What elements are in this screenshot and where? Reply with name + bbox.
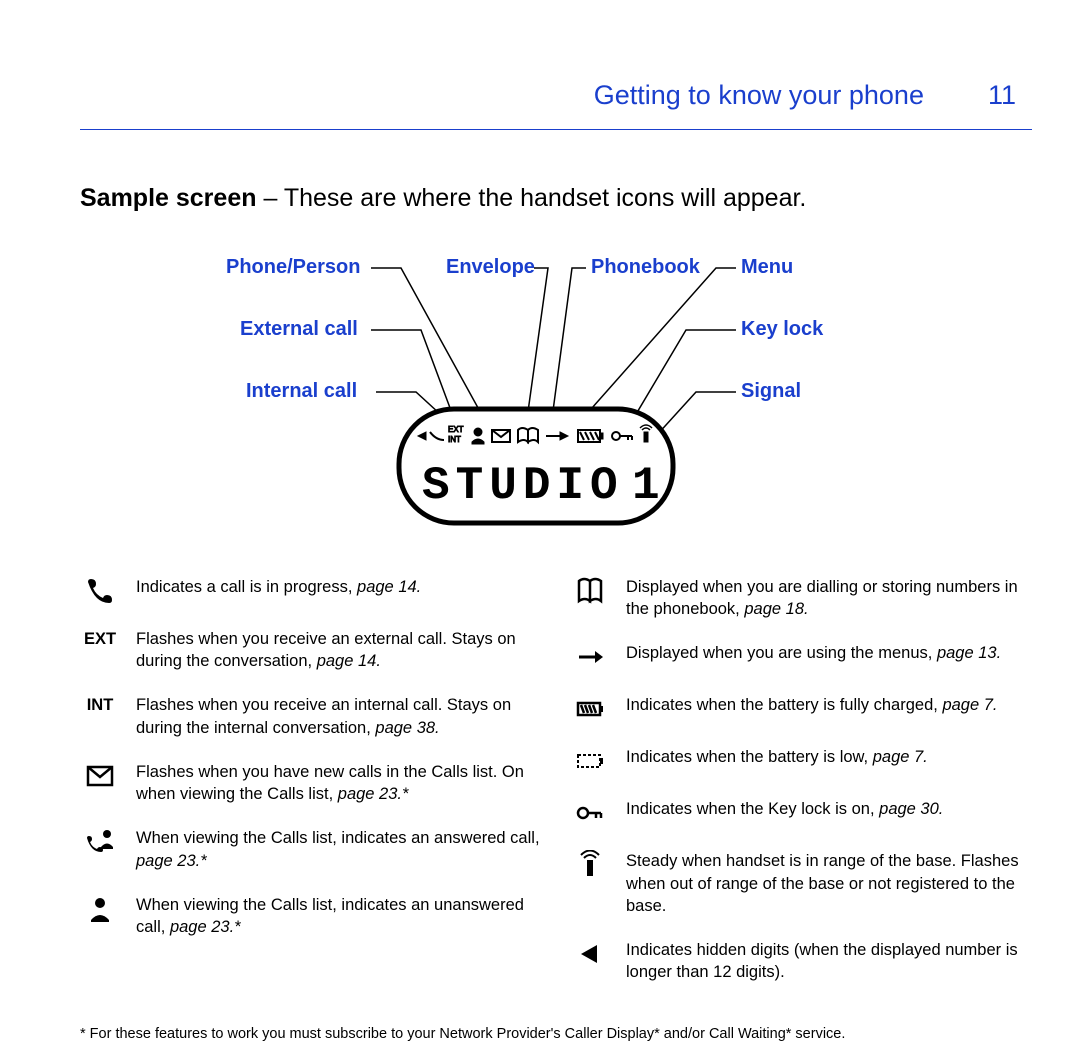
- legend-description: When viewing the Calls list, indicates a…: [136, 827, 542, 872]
- manual-page: Getting to know your phone 11 Sample scr…: [0, 0, 1080, 1018]
- legend-row: Indicates hidden digits (when the displa…: [570, 939, 1032, 984]
- legend-description: Indicates when the battery is fully char…: [626, 694, 1032, 724]
- page-number: 11: [988, 80, 1016, 111]
- callout-key-lock: Key lock: [741, 318, 823, 341]
- key-lock-icon: [570, 798, 610, 828]
- intro-paragraph: Sample screen – These are where the hand…: [80, 182, 1032, 216]
- handset-screen: EXT INT: [396, 406, 676, 526]
- legend-description: Indicates a call is in progress, page 14…: [136, 576, 542, 606]
- legend-text-icon: INT: [80, 694, 120, 739]
- lcd-int: INT: [448, 435, 461, 444]
- legend-description: When viewing the Calls list, indicates a…: [136, 894, 542, 939]
- legend-row: Indicates a call is in progress, page 14…: [80, 576, 542, 606]
- running-head: Getting to know your phone 11: [80, 80, 1032, 111]
- legend-row: Indicates when the battery is low, page …: [570, 746, 1032, 776]
- legend-row: Displayed when you are using the menus, …: [570, 642, 1032, 672]
- legend-row: Displayed when you are dialling or stori…: [570, 576, 1032, 621]
- legend-description: Indicates hidden digits (when the displa…: [626, 939, 1032, 984]
- legend-description: Indicates when the battery is low, page …: [626, 746, 1032, 776]
- legend-row: Flashes when you have new calls in the C…: [80, 761, 542, 806]
- legend-description: Steady when handset is in range of the b…: [626, 850, 1032, 917]
- book-icon: [570, 576, 610, 621]
- legend-row: EXT Flashes when you receive an external …: [80, 628, 542, 673]
- legend-row: Indicates when the battery is fully char…: [570, 694, 1032, 724]
- legend-row: Steady when handset is in range of the b…: [570, 850, 1032, 917]
- envelope-icon: [80, 761, 120, 806]
- battery-low-icon: [570, 746, 610, 776]
- legend-description: Flashes when you receive an external cal…: [136, 628, 542, 673]
- intro-lead: Sample screen: [80, 184, 257, 212]
- phone-icon: [80, 576, 120, 606]
- phone-person-icon: [80, 827, 120, 872]
- callout-phone-person: Phone/Person: [226, 256, 360, 279]
- legend-left-column: Indicates a call is in progress, page 14…: [80, 576, 542, 1006]
- lcd-name: STUDIO: [422, 460, 624, 512]
- signal-icon: [570, 850, 610, 917]
- battery-full-icon: [570, 694, 610, 724]
- legend-description: Displayed when you are using the menus, …: [626, 642, 1032, 672]
- legend-row: Indicates when the Key lock is on, page …: [570, 798, 1032, 828]
- lcd-number: 1: [632, 460, 666, 512]
- person-icon: [80, 894, 120, 939]
- lcd-ext: EXT: [448, 425, 464, 434]
- callout-internal-call: Internal call: [246, 380, 357, 403]
- callout-signal: Signal: [741, 380, 801, 403]
- handset-diagram: Phone/Person Envelope Phonebook Menu Ext…: [96, 256, 1016, 536]
- callout-envelope: Envelope: [446, 256, 535, 279]
- section-title: Getting to know your phone: [594, 80, 924, 111]
- legend-description: Displayed when you are dialling or stori…: [626, 576, 1032, 621]
- intro-rest: – These are where the handset icons will…: [257, 184, 807, 212]
- triangle-left-icon: [570, 939, 610, 984]
- legend-row: INT Flashes when you receive an internal …: [80, 694, 542, 739]
- legend-right-column: Displayed when you are dialling or stori…: [570, 576, 1032, 1006]
- legend-description: Flashes when you have new calls in the C…: [136, 761, 542, 806]
- callout-external-call: External call: [240, 318, 358, 341]
- legend-description: Flashes when you receive an internal cal…: [136, 694, 542, 739]
- callout-phonebook: Phonebook: [591, 256, 700, 279]
- legend-row: When viewing the Calls list, indicates a…: [80, 894, 542, 939]
- arrow-right-icon: [570, 642, 610, 672]
- legend-row: When viewing the Calls list, indicates a…: [80, 827, 542, 872]
- legend-text-icon: EXT: [80, 628, 120, 673]
- footnote: * For these features to work you must su…: [80, 1024, 1032, 1044]
- callout-menu: Menu: [741, 256, 793, 279]
- icon-legend: Indicates a call is in progress, page 14…: [80, 576, 1032, 1006]
- legend-description: Indicates when the Key lock is on, page …: [626, 798, 1032, 828]
- header-rule: [80, 129, 1032, 130]
